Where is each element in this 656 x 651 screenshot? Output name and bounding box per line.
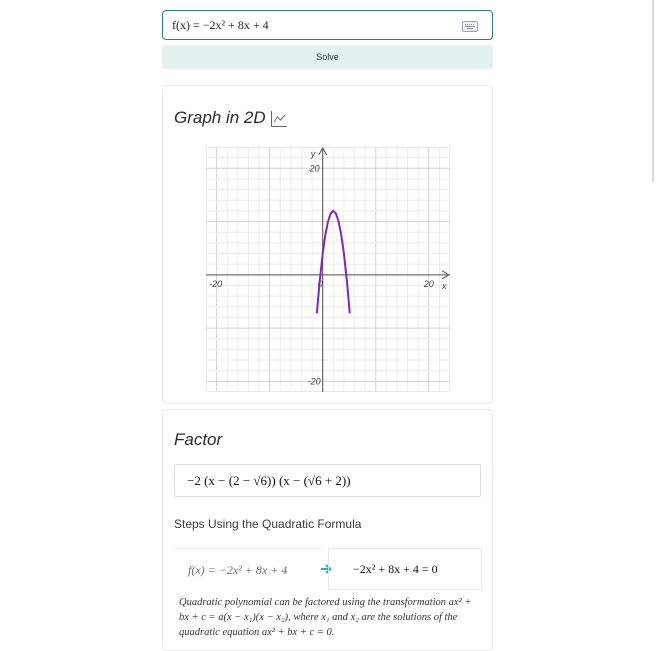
step-from-expression: f(x) = −2x² + 8x + 4	[188, 562, 288, 577]
line-chart-icon[interactable]	[270, 110, 288, 128]
steps-heading[interactable]: Steps Using the Quadratic Formula	[174, 517, 361, 531]
step-from: f(x) = −2x² + 8x + 4	[174, 548, 324, 591]
page-scrollbar[interactable]	[652, 0, 654, 182]
step-row: f(x) = −2x² + 8x + 4 −2x² + 8x + 4 = 0	[174, 548, 482, 591]
solve-button[interactable]: Solve	[162, 45, 493, 69]
step-to-expression: −2x² + 8x + 4 = 0	[353, 561, 438, 576]
step-explanation: Quadratic polynomial can be factored usi…	[179, 597, 472, 638]
plot-grid	[206, 147, 450, 392]
function-plot[interactable]: yx-20 0 2020-20	[206, 147, 450, 392]
x-axis-label: x	[441, 281, 447, 291]
y-tick-label: -20	[308, 376, 321, 386]
factor-card: Factor −2 (x − (2 − √6)) (x − (√6 + 2)) …	[162, 409, 493, 651]
y-tick-label: 20	[309, 163, 320, 173]
plot-frame	[206, 147, 450, 392]
x-tick-label: 20	[423, 279, 434, 289]
keyboard-icon[interactable]	[462, 21, 478, 32]
factor-result: −2 (x − (2 − √6)) (x − (√6 + 2))	[187, 472, 351, 488]
factor-result-box: −2 (x − (2 − √6)) (x − (√6 + 2))	[174, 464, 481, 497]
equation-input[interactable]: f(x) = −2x² + 8x + 4	[162, 10, 493, 40]
x-tick-label: -20	[209, 279, 222, 289]
y-axis-label: y	[310, 149, 316, 159]
graph-title: Graph in 2D	[174, 108, 266, 127]
graph-card: Graph in 2D y x -20 0 20 20 -20	[162, 85, 493, 404]
step-to[interactable]: −2x² + 8x + 4 = 0	[328, 548, 482, 590]
factor-title: Factor	[174, 430, 223, 449]
equation-input-value[interactable]: f(x) = −2x² + 8x + 4	[172, 18, 269, 33]
